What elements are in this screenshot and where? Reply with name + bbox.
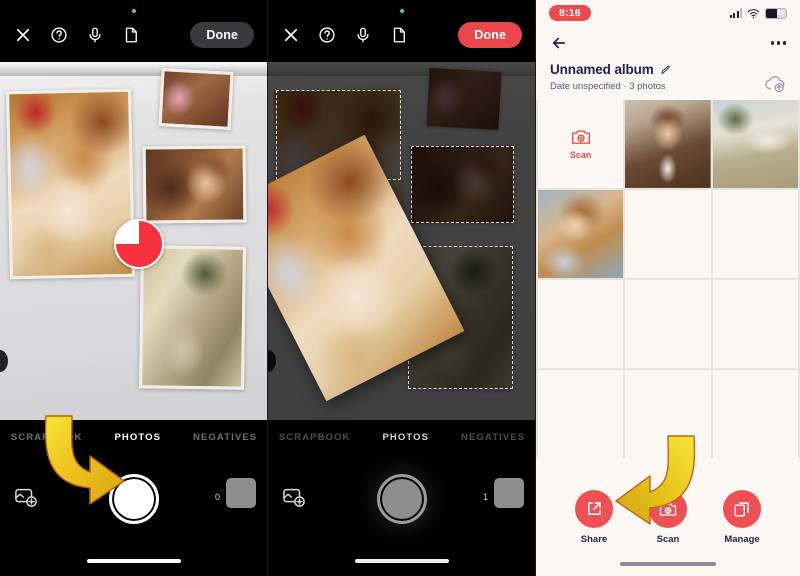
scan-camera-icon (571, 128, 591, 145)
cellular-signal-icon (729, 8, 742, 18)
share-icon (575, 490, 613, 528)
done-button[interactable]: Done (190, 22, 254, 48)
close-icon[interactable] (14, 26, 32, 44)
status-icons: 43 (729, 7, 787, 19)
last-capture-thumbnail[interactable] (494, 478, 524, 508)
tab-scrapbook[interactable]: SCRAPBOOK (11, 430, 83, 445)
scrapbook-photo-house (139, 245, 246, 390)
screenshot-stage: Done SCRAPBOOK PHOTOS NEGATIVES 0 Done S… (0, 0, 800, 576)
grid-photo-house[interactable] (712, 100, 798, 188)
camera-viewfinder-left[interactable] (0, 62, 268, 420)
share-label: Share (580, 534, 608, 545)
manage-button[interactable]: Manage (723, 490, 761, 545)
capture-count: 0 (214, 492, 220, 502)
mode-tabs-left: SCRAPBOOK PHOTOS NEGATIVES (0, 420, 268, 454)
scrapbook-photo-pink (158, 68, 234, 130)
tab-photos[interactable]: PHOTOS (383, 430, 430, 445)
grid-empty-cell (712, 189, 798, 278)
detection-box-man[interactable] (411, 146, 514, 223)
shutter-button[interactable] (377, 474, 427, 524)
grid-photo-young-man[interactable] (625, 100, 711, 188)
recording-indicator-dot (400, 9, 404, 13)
back-arrow-icon[interactable] (550, 34, 568, 52)
document-page-icon[interactable] (122, 26, 140, 44)
status-bar: 8:16 43 (536, 0, 800, 26)
home-indicator (620, 562, 716, 566)
grid-empty-cell (538, 279, 624, 368)
help-circle-icon[interactable] (50, 26, 68, 44)
status-time: 8:16 (549, 5, 591, 21)
recording-indicator-dot (132, 9, 136, 13)
grid-photo-girl[interactable] (538, 189, 624, 278)
pencil-edit-icon[interactable] (660, 64, 671, 75)
manage-copies-icon (723, 490, 761, 528)
grid-empty-cell (625, 189, 711, 278)
camera-header-left: Done (0, 0, 268, 62)
wifi-icon (747, 8, 760, 19)
grid-scan-label: Scan (569, 149, 592, 160)
header-icon-group (282, 26, 408, 44)
grid-empty-cell (538, 369, 624, 458)
album-subtitle: Date unspecified · 3 photos (550, 81, 666, 92)
scan-button[interactable]: Scan (649, 490, 687, 545)
grid-empty-cell (625, 369, 711, 458)
panel-divider-2 (535, 0, 536, 576)
scrapbook-photo-man (142, 145, 247, 224)
camera-header-middle: Done (268, 0, 536, 62)
capture-count: 1 (482, 492, 488, 502)
mode-tabs-middle: SCRAPBOOK PHOTOS NEGATIVES (268, 420, 536, 454)
panel-camera-detection: Done SCRAPBOOK PHOTOS NEGATIVES 1 (268, 0, 536, 576)
album-title: Unnamed album (550, 62, 654, 77)
last-capture-thumbnail[interactable] (226, 478, 256, 508)
photo-grid: Scan (536, 100, 800, 458)
scrapbook-page (0, 62, 268, 420)
microphone-icon[interactable] (354, 26, 372, 44)
camera-viewfinder-middle[interactable] (268, 62, 536, 420)
header-icon-group (14, 26, 140, 44)
shutter-button[interactable] (109, 474, 159, 524)
tab-photos[interactable]: PHOTOS (115, 430, 162, 445)
tab-negatives[interactable]: NEGATIVES (193, 430, 257, 445)
microphone-icon[interactable] (86, 26, 104, 44)
grid-scan-cell[interactable]: Scan (538, 100, 624, 188)
grid-empty-cell (712, 279, 798, 368)
home-indicator (87, 559, 181, 563)
album-title-row: Unnamed album (550, 62, 786, 77)
add-photo-icon[interactable] (14, 486, 38, 508)
more-options-icon[interactable] (770, 35, 786, 51)
bottom-action-bar: Share Scan Manage (536, 480, 800, 576)
add-photo-icon[interactable] (282, 486, 306, 508)
done-button[interactable]: Done (458, 22, 522, 48)
tab-negatives[interactable]: NEGATIVES (461, 430, 525, 445)
camera-controls-middle: 1 (268, 454, 536, 576)
scan-label: Scan (656, 534, 680, 545)
panel-camera-scrapbook: Done SCRAPBOOK PHOTOS NEGATIVES 0 (0, 0, 268, 576)
panel-divider-1 (267, 0, 268, 576)
camera-controls-left: 0 (0, 454, 268, 576)
pie-progress-indicator (114, 219, 164, 269)
cloud-upload-icon[interactable] (764, 74, 786, 93)
tab-scrapbook[interactable]: SCRAPBOOK (279, 430, 351, 445)
home-indicator (355, 559, 449, 563)
scan-camera-icon (649, 490, 687, 528)
document-page-icon[interactable] (390, 26, 408, 44)
close-icon[interactable] (282, 26, 300, 44)
grid-empty-cell (712, 369, 798, 458)
album-header: Unnamed album Date unspecified · 3 photo… (536, 60, 800, 100)
manage-label: Manage (724, 534, 760, 545)
grid-empty-cell (625, 279, 711, 368)
nav-row (536, 26, 800, 60)
help-circle-icon[interactable] (318, 26, 336, 44)
battery-percent: 43 (776, 9, 784, 17)
share-button[interactable]: Share (575, 490, 613, 545)
battery-icon: 43 (765, 7, 787, 19)
panel-album-detail: 8:16 43 Unnamed album Date unspecified ·… (536, 0, 800, 576)
